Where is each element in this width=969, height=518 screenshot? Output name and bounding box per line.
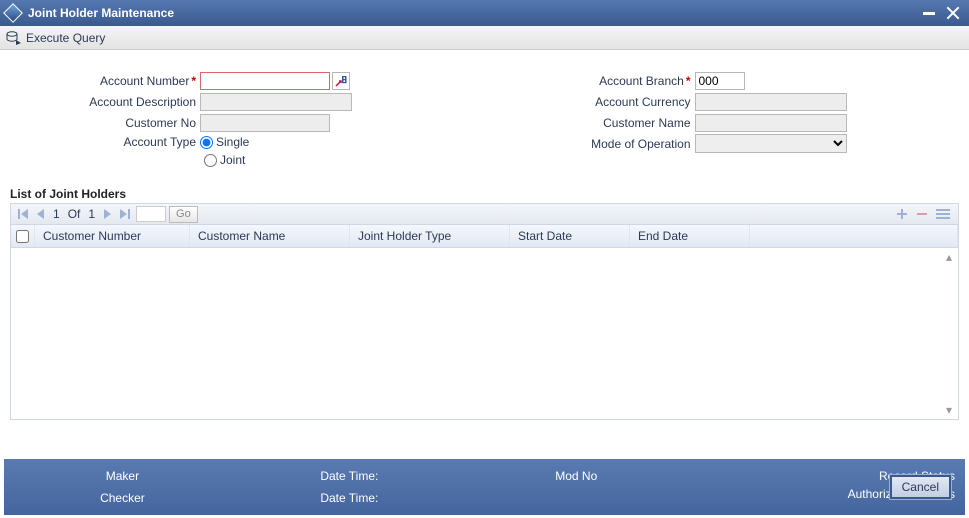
lov-icon [335,75,347,87]
account-currency-label: Account Currency [505,95,695,109]
mode-of-operation-label: Mode of Operation [505,137,695,151]
first-icon [18,209,30,219]
scroll-up-icon[interactable]: ▴ [942,250,956,264]
account-description-label: Account Description [10,95,200,109]
account-description-input[interactable] [200,93,352,111]
status-datetime1-label: Date Time: [241,469,458,483]
customer-name-input[interactable] [695,114,847,132]
title-bar: Joint Holder Maintenance [0,0,969,26]
toolbar: Execute Query [0,26,969,50]
pager-first-button[interactable] [15,209,33,219]
col-end-date[interactable]: End Date [630,225,750,247]
status-modno-label: Mod No [468,469,685,483]
last-icon [118,209,130,219]
account-number-lov-button[interactable] [332,72,350,90]
account-type-single-radio[interactable]: Single [200,133,249,151]
grid-remove-button[interactable] [912,208,932,220]
account-type-label: Account Type [10,133,200,149]
content-area: Account Number* Account Description Cust… [0,50,969,458]
form-right-column: Account Branch* Account Currency Custome… [505,70,960,169]
pager-page-input[interactable] [136,206,166,222]
minus-icon [916,208,928,220]
status-bar: Maker Checker Date Time: Date Time: Mod … [4,459,965,515]
account-branch-input[interactable] [695,72,745,90]
pager-current: 1 [49,207,64,221]
account-currency-input[interactable] [695,93,847,111]
pager-prev-button[interactable] [33,209,49,219]
customer-no-input[interactable] [200,114,330,132]
pager-go-button[interactable]: Go [169,206,198,223]
prev-icon [36,209,46,219]
list-section-title: List of Joint Holders [10,187,959,201]
col-customer-name[interactable]: Customer Name [190,225,350,247]
status-checker-label: Checker [14,491,231,505]
account-number-input[interactable] [200,72,330,90]
app-icon [3,3,23,23]
next-icon [102,209,112,219]
grid-details-button[interactable] [932,208,954,220]
pager-of-label: Of [64,207,85,221]
pager-last-button[interactable] [115,209,133,219]
account-type-joint-radio[interactable]: Joint [204,151,245,169]
status-maker-label: Maker [14,469,231,483]
grid-header: Customer Number Customer Name Joint Hold… [10,225,959,248]
col-customer-number[interactable]: Customer Number [35,225,190,247]
col-start-date[interactable]: Start Date [510,225,630,247]
execute-query-icon [6,30,22,46]
scroll-down-icon[interactable]: ▾ [942,403,956,417]
grid-body[interactable]: ▴ ▾ [10,248,959,420]
close-icon [946,6,960,20]
grid-add-button[interactable] [892,208,912,220]
account-branch-label: Account Branch* [505,74,695,88]
plus-icon [896,208,908,220]
minimize-icon [923,12,935,15]
customer-name-label: Customer Name [505,116,695,130]
pager-bar: 1 Of 1 Go [10,203,959,225]
cancel-button[interactable]: Cancel [890,475,951,499]
execute-query-button[interactable]: Execute Query [26,31,105,45]
form-left-column: Account Number* Account Description Cust… [10,70,465,169]
col-spacer [750,225,958,247]
minimize-button[interactable] [919,4,939,22]
details-icon [936,208,950,220]
customer-no-label: Customer No [10,116,200,130]
mode-of-operation-select[interactable] [695,134,847,153]
form-area: Account Number* Account Description Cust… [10,60,959,187]
status-datetime2-label: Date Time: [241,491,458,505]
col-joint-holder-type[interactable]: Joint Holder Type [350,225,510,247]
pager-total: 1 [84,207,99,221]
close-button[interactable] [943,4,963,22]
window-title: Joint Holder Maintenance [28,6,915,20]
grid-select-all-checkbox[interactable] [16,230,29,243]
pager-next-button[interactable] [99,209,115,219]
account-number-label: Account Number* [10,74,200,88]
